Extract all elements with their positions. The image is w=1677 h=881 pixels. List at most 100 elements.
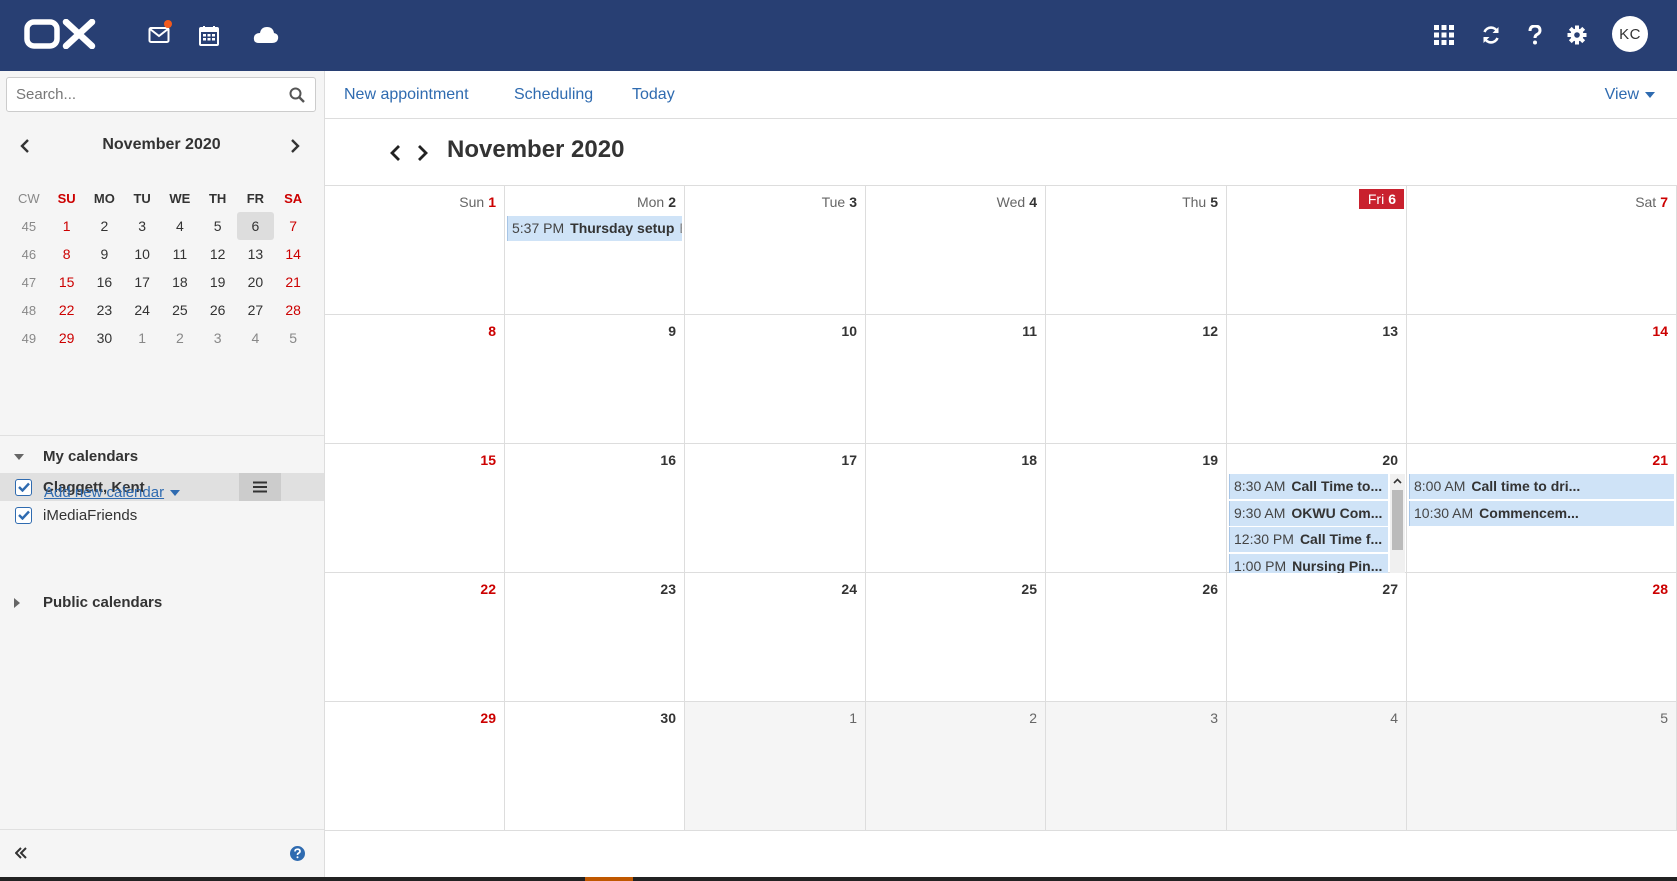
mini-calendar-day[interactable]: 25	[161, 302, 199, 318]
mini-calendar-day[interactable]: 9	[86, 246, 124, 262]
mini-calendar-day[interactable]: 6	[236, 212, 275, 240]
new-appointment-button[interactable]: New appointment	[344, 86, 469, 104]
calendar-item-imediafriends[interactable]: iMediaFriends	[0, 501, 324, 529]
mini-calendar-day[interactable]: 22	[48, 302, 86, 318]
settings-icon[interactable]	[1560, 18, 1594, 52]
cloud-icon[interactable]	[249, 18, 283, 52]
mini-calendar-day[interactable]: 21	[274, 274, 312, 290]
day-cell[interactable]: Wed 4	[866, 186, 1046, 315]
day-cell[interactable]: 28	[1407, 573, 1677, 702]
menu-icon[interactable]	[239, 473, 281, 501]
mini-calendar-day[interactable]: 2	[161, 330, 199, 346]
checkbox-checked[interactable]	[15, 478, 32, 496]
appointment[interactable]: 10:30 AM Commencem...	[1409, 500, 1674, 526]
day-cell[interactable]: Fri 6	[1227, 186, 1407, 315]
day-cell[interactable]: 8	[325, 315, 505, 444]
mail-icon[interactable]	[142, 18, 176, 52]
mini-calendar-day[interactable]: 10	[123, 246, 161, 262]
mini-calendar-day[interactable]: 24	[123, 302, 161, 318]
day-cell[interactable]: 22	[325, 573, 505, 702]
day-cell[interactable]: 14	[1407, 315, 1677, 444]
day-cell[interactable]: Thu 5	[1046, 186, 1227, 315]
day-cell[interactable]: 12	[1046, 315, 1227, 444]
mini-calendar-day[interactable]: 28	[274, 302, 312, 318]
mini-calendar-day[interactable]: 11	[161, 246, 199, 262]
day-cell[interactable]: Mon2 5:37 PM Thursday setupBA	[505, 186, 685, 315]
mini-calendar-day[interactable]: 30	[86, 330, 124, 346]
appointment[interactable]: 9:30 AM OKWU Com...	[1229, 500, 1388, 526]
scheduling-button[interactable]: Scheduling	[514, 86, 593, 104]
mini-calendar-day[interactable]: 17	[123, 274, 161, 290]
mini-calendar-day[interactable]: 7	[274, 218, 312, 234]
day-cell[interactable]: 2	[866, 702, 1046, 831]
refresh-icon[interactable]	[1474, 18, 1508, 52]
next-month-icon[interactable]	[282, 133, 308, 159]
day-cell[interactable]: 21 8:00 AM Call time to dri... 10:30 AM Comm…	[1407, 444, 1677, 573]
mini-calendar-day[interactable]: 3	[199, 330, 237, 346]
day-cell[interactable]: 18	[866, 444, 1046, 573]
mini-calendar-day[interactable]: 18	[161, 274, 199, 290]
appointment[interactable]: 8:00 AM Call time to dri...	[1409, 474, 1674, 499]
day-cell[interactable]: 13	[1227, 315, 1407, 444]
day-cell[interactable]: 26	[1046, 573, 1227, 702]
mini-calendar-day[interactable]: 3	[123, 218, 161, 234]
mini-calendar-day[interactable]: 8	[48, 246, 86, 262]
mini-calendar-day[interactable]: 5	[199, 218, 237, 234]
mini-calendar-day[interactable]: 1	[48, 218, 86, 234]
day-cell[interactable]: 17	[685, 444, 866, 573]
mini-calendar-day[interactable]: 4	[161, 218, 199, 234]
mini-calendar-day[interactable]: 15	[48, 274, 86, 290]
day-cell-scrollbar[interactable]	[1390, 474, 1405, 582]
day-cell[interactable]: 20 8:30 AM Call Time to... 9:30 AM OKWU Com.…	[1227, 444, 1407, 582]
day-cell[interactable]: 9	[505, 315, 685, 444]
mini-calendar-day[interactable]: 14	[274, 246, 312, 262]
mini-calendar-day[interactable]: 16	[86, 274, 124, 290]
day-cell[interactable]: 24	[685, 573, 866, 702]
day-cell[interactable]: 15	[325, 444, 505, 573]
mini-calendar-day[interactable]: 13	[237, 246, 275, 262]
mini-calendar-day[interactable]: 20	[237, 274, 275, 290]
scroll-up-icon[interactable]	[1390, 475, 1405, 487]
checkbox-checked[interactable]	[15, 506, 32, 524]
add-new-calendar-link[interactable]: Add new calendar	[44, 484, 181, 501]
today-button[interactable]: Today	[632, 86, 675, 104]
day-cell[interactable]: 3	[1046, 702, 1227, 831]
day-cell[interactable]: Sat 7	[1407, 186, 1677, 315]
scrollbar-thumb[interactable]	[1392, 490, 1403, 550]
avatar[interactable]: KC	[1612, 16, 1648, 52]
mini-calendar-day[interactable]: 29	[48, 330, 86, 346]
mini-calendar-day[interactable]: 12	[199, 246, 237, 262]
appointment[interactable]: 12:30 PM Call Time f...	[1229, 527, 1388, 552]
day-cell[interactable]: 29	[325, 702, 505, 831]
help-icon[interactable]	[1518, 18, 1552, 52]
public-calendars-header[interactable]: Public calendars	[14, 594, 162, 611]
apps-grid-icon[interactable]	[1427, 18, 1461, 52]
mini-calendar-day[interactable]: 2	[86, 218, 124, 234]
day-cell[interactable]: 25	[866, 573, 1046, 702]
mini-calendar-day[interactable]: 1	[123, 330, 161, 346]
search-input[interactable]	[7, 78, 277, 111]
mini-calendar-day[interactable]: 4	[237, 330, 275, 346]
day-cell[interactable]: 10	[685, 315, 866, 444]
day-cell[interactable]: 5	[1407, 702, 1677, 831]
ox-logo[interactable]	[24, 18, 96, 50]
mini-calendar-day[interactable]: 19	[199, 274, 237, 290]
prev-month-icon[interactable]	[384, 140, 406, 166]
mini-calendar-day[interactable]: 23	[86, 302, 124, 318]
help-circle-icon[interactable]	[290, 846, 305, 866]
appointment[interactable]: 5:37 PM Thursday setupBA	[507, 216, 682, 241]
day-cell[interactable]: 19	[1046, 444, 1227, 573]
search-icon[interactable]	[289, 87, 305, 108]
day-cell[interactable]: 16	[505, 444, 685, 573]
collapse-sidebar-icon[interactable]	[14, 846, 27, 864]
mini-calendar-title[interactable]: November 2020	[0, 136, 323, 154]
appointment[interactable]: 8:30 AM Call Time to...	[1229, 474, 1388, 499]
mini-calendar-day[interactable]: 27	[237, 302, 275, 318]
day-cell[interactable]: 11	[866, 315, 1046, 444]
day-cell[interactable]: 4	[1227, 702, 1407, 831]
mini-calendar-day[interactable]: 5	[274, 330, 312, 346]
day-cell[interactable]: Sun 1	[325, 186, 505, 315]
day-cell[interactable]: 30	[505, 702, 685, 831]
view-dropdown[interactable]: View	[1605, 86, 1655, 104]
day-cell[interactable]: 23	[505, 573, 685, 702]
